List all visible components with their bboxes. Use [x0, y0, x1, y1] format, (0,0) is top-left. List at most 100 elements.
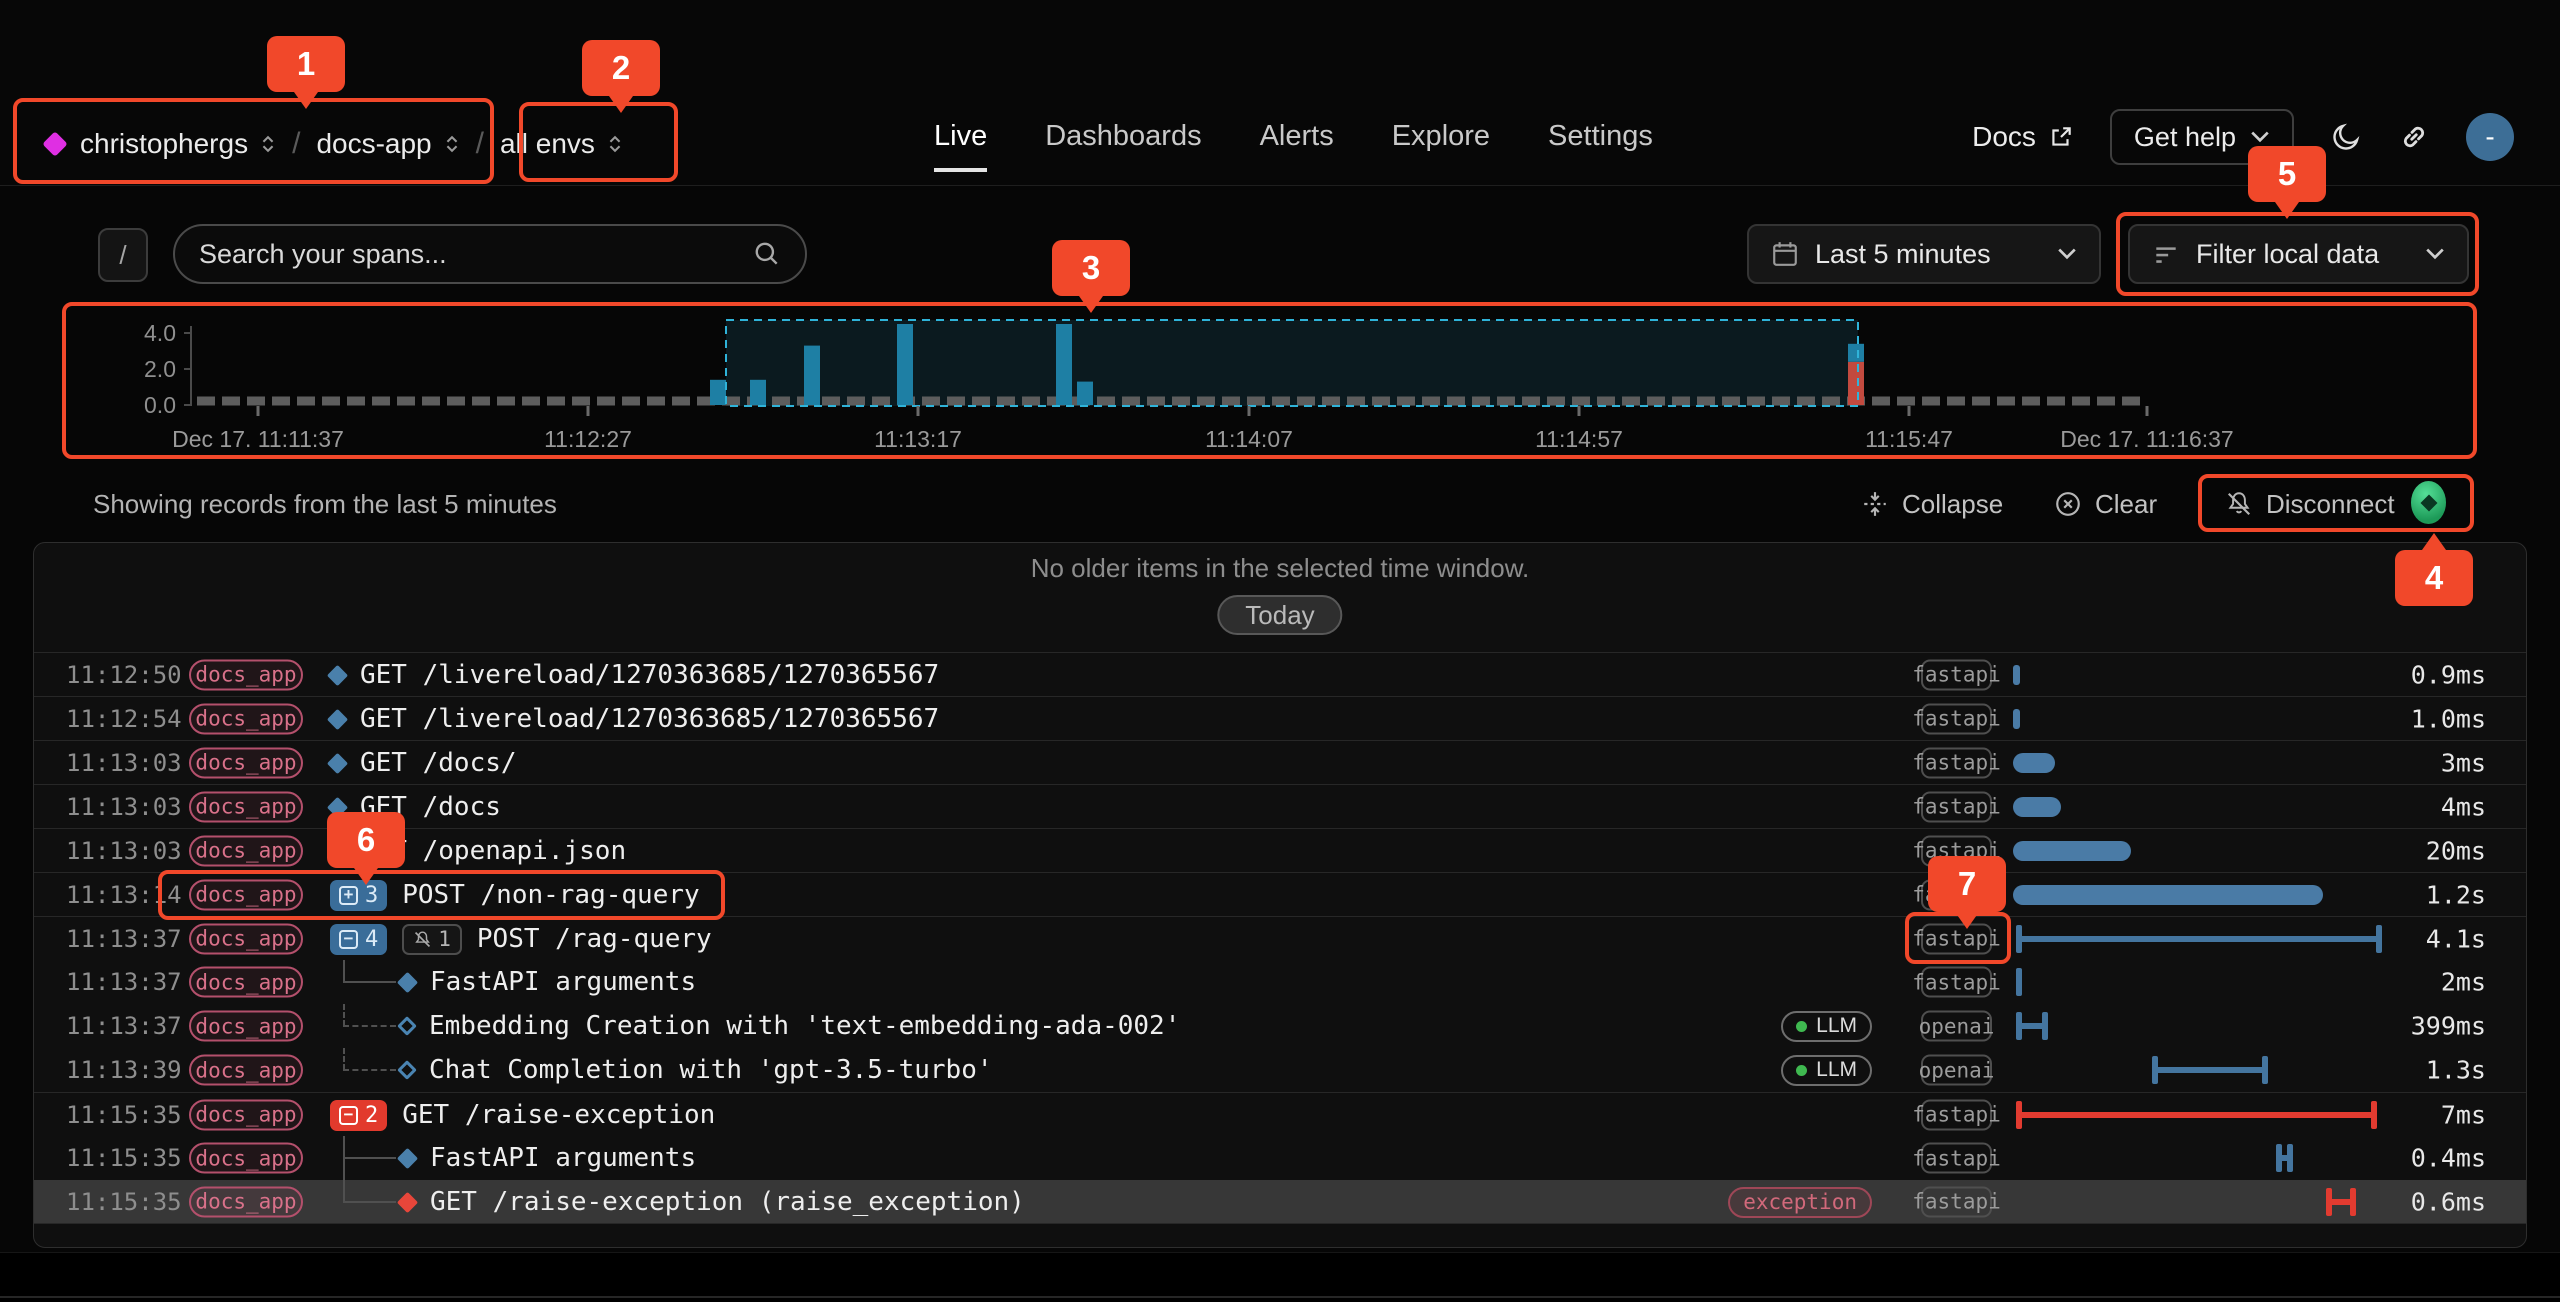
tech-badge-fastapi: fastapi	[1921, 967, 1992, 998]
duration-bar-cap	[2016, 925, 2022, 953]
chevron-down-icon	[2425, 247, 2445, 261]
filter-local-data-button[interactable]: Filter local data	[2128, 224, 2469, 284]
x-tick-label: 11:14:57	[1535, 426, 1623, 452]
header-actions: Docs Get help -	[1972, 106, 2514, 168]
top-header: christophergs / docs-app / all envs Live…	[0, 0, 2560, 186]
service-tag-badge: docs_app	[189, 1099, 303, 1130]
service-tag-badge: docs_app	[189, 879, 303, 910]
duration-label: 4ms	[2441, 792, 2486, 821]
avatar-label: -	[2485, 121, 2494, 153]
duration-bar	[2013, 885, 2323, 905]
table-row[interactable]: 11:13:37docs_appFastAPI argumentsfastapi…	[34, 960, 2526, 1004]
tech-badge-fastapi: fastapi	[1921, 1186, 1992, 1217]
env-selector[interactable]: all envs	[500, 128, 623, 160]
table-row[interactable]: 11:15:35docs_appFastAPI argumentsfastapi…	[34, 1136, 2526, 1180]
tab-alerts[interactable]: Alerts	[1260, 100, 1334, 172]
time-range-label: Last 5 minutes	[1815, 239, 1991, 270]
llm-dot-icon	[1796, 1065, 1807, 1076]
duration-label: 0.4ms	[2411, 1144, 2486, 1173]
duration-label: 3ms	[2441, 748, 2486, 777]
disconnect-button[interactable]: Disconnect	[2225, 482, 2395, 526]
span-content: FastAPI arguments	[400, 1136, 696, 1180]
org-selector[interactable]: christophergs	[80, 128, 276, 160]
clear-button[interactable]: Clear	[2054, 482, 2157, 526]
table-row[interactable]: 11:13:37docs_app−41POST /rag-queryfastap…	[34, 916, 2526, 960]
project-selector[interactable]: docs-app	[316, 128, 459, 160]
annotation-badge-3: 3	[1052, 240, 1130, 296]
duration-label: 1.3s	[2426, 1056, 2486, 1085]
table-row[interactable]: 11:12:50docs_appGET /livereload/12703636…	[34, 652, 2526, 696]
user-avatar[interactable]: -	[2466, 113, 2514, 161]
table-row[interactable]: 11:13:37docs_appEmbedding Creation with …	[34, 1004, 2526, 1048]
span-content: GET /livereload/1270363685/1270365567	[330, 697, 939, 741]
span-name: GET /livereload/1270363685/1270365567	[360, 660, 939, 690]
duration-bar-cap	[2350, 1188, 2356, 1216]
x-tick-label: Dec 17. 11:11:37	[172, 426, 344, 452]
bottom-divider	[0, 1296, 2560, 1298]
table-row[interactable]: 11:12:54docs_appGET /livereload/12703636…	[34, 696, 2526, 740]
collapse-label: Collapse	[1902, 489, 2003, 520]
selection-region	[726, 320, 1858, 406]
tab-settings[interactable]: Settings	[1548, 100, 1653, 172]
row-timestamp: 11:13:37	[66, 925, 182, 953]
children-count-badge[interactable]: −2	[330, 1100, 387, 1131]
tab-explore[interactable]: Explore	[1392, 100, 1490, 172]
span-name: GET /livereload/1270363685/1270365567	[360, 704, 939, 734]
env-name: all envs	[500, 128, 595, 160]
expand-icon: +	[339, 886, 358, 905]
activity-chart[interactable]: 4.02.00.0Dec 17. 11:11:3711:12:2711:13:1…	[62, 302, 2477, 459]
tab-live[interactable]: Live	[934, 100, 987, 172]
duration-bar-cap	[2376, 925, 2382, 953]
search-input[interactable]	[199, 239, 741, 270]
span-kind-diamond-icon	[397, 1147, 418, 1168]
main-nav: Live Dashboards Alerts Explore Settings	[934, 100, 1653, 172]
today-button[interactable]: Today	[1217, 595, 1342, 635]
span-kind-diamond-icon	[397, 1191, 418, 1212]
exception-badge: exception	[1728, 1187, 1872, 1218]
brand-diamond-icon	[42, 131, 67, 156]
span-name: FastAPI arguments	[430, 967, 696, 997]
link-icon	[2398, 121, 2430, 153]
span-name: GET /docs/	[360, 748, 517, 778]
table-row[interactable]: 11:13:14docs_app+3POST /non-rag-queryfas…	[34, 872, 2526, 916]
duration-bar	[2013, 797, 2061, 817]
table-row[interactable]: 11:13:03docs_appGET /docsfastapi4ms	[34, 784, 2526, 828]
children-count-badge[interactable]: −4	[330, 924, 387, 955]
x-tick-label: 11:12:27	[544, 426, 632, 452]
tab-dashboards[interactable]: Dashboards	[1045, 100, 1201, 172]
muted-count: 1	[438, 927, 451, 951]
annotation-badge-6: 6	[327, 812, 405, 868]
duration-label: 1.2s	[2426, 880, 2486, 909]
collapse-button[interactable]: Collapse	[1861, 482, 2003, 526]
status-diamond-icon	[2420, 494, 2437, 511]
span-name: POST /non-rag-query	[402, 880, 699, 910]
scope-badges: LLM	[1781, 1048, 1872, 1092]
table-row[interactable]: 11:15:35docs_app−2GET /raise-exceptionfa…	[34, 1092, 2526, 1136]
duration-bar	[2152, 1056, 2268, 1084]
scope-badges: LLM	[1781, 1004, 1872, 1048]
duration-label: 4.1s	[2426, 924, 2486, 953]
duration-bar-cap	[2016, 968, 2022, 996]
time-range-button[interactable]: Last 5 minutes	[1747, 224, 2101, 284]
table-row[interactable]: 11:13:03docs_appGET /docs/fastapi3ms	[34, 740, 2526, 784]
share-link-button[interactable]	[2398, 121, 2430, 153]
duration-bar-cap	[2326, 1188, 2332, 1216]
duration-bar-cap	[2016, 1101, 2022, 1129]
duration-bar	[2016, 1012, 2048, 1040]
docs-link[interactable]: Docs	[1972, 121, 2074, 153]
chart-bar	[1077, 382, 1093, 405]
row-timestamp: 11:15:35	[66, 1188, 182, 1216]
bell-off-icon	[413, 930, 432, 949]
table-row[interactable]: 11:13:03docs_appGET /openapi.jsonfastapi…	[34, 828, 2526, 872]
children-count: 2	[365, 1103, 378, 1128]
span-content: −2GET /raise-exception	[330, 1093, 715, 1137]
span-kind-diamond-icon	[327, 752, 348, 773]
service-tag-badge: docs_app	[189, 1055, 303, 1086]
tree-connector	[343, 1180, 396, 1224]
clear-label: Clear	[2095, 489, 2157, 520]
search-box	[173, 224, 807, 284]
table-row[interactable]: 11:15:35docs_appGET /raise-exception (ra…	[34, 1180, 2526, 1224]
theme-toggle-button[interactable]	[2330, 121, 2362, 153]
table-row[interactable]: 11:13:39docs_appChat Completion with 'gp…	[34, 1048, 2526, 1092]
span-name: Chat Completion with 'gpt-3.5-turbo'	[429, 1055, 993, 1085]
